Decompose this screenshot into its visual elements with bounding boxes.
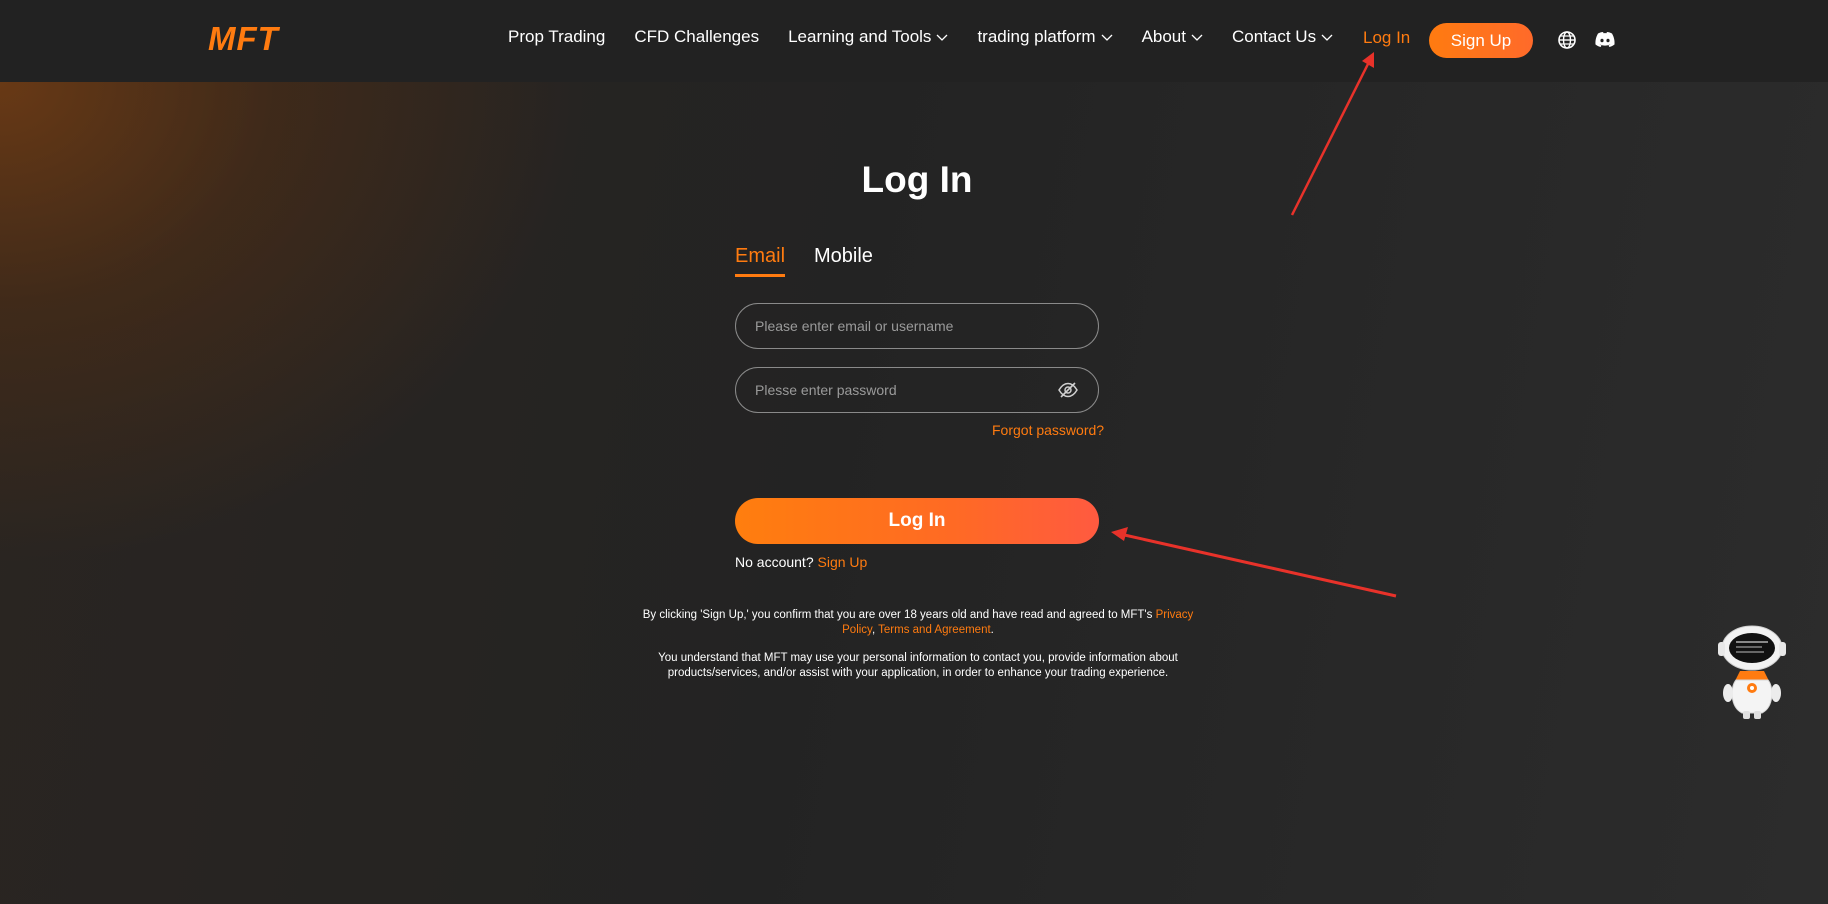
no-account-text: No account? (735, 554, 814, 570)
discord-icon[interactable] (1594, 30, 1616, 50)
support-robot-icon[interactable] (1712, 625, 1792, 725)
chevron-down-icon (936, 34, 948, 41)
legal-end: . (990, 624, 994, 636)
mft-logo[interactable]: MFT (208, 20, 279, 60)
signup-link[interactable]: Sign Up (818, 554, 868, 570)
forgot-password-link[interactable]: Forgot password? (992, 422, 1104, 438)
data-use-notice: You understand that MFT may use your per… (658, 652, 1178, 679)
tab-email[interactable]: Email (735, 245, 786, 277)
legal-separator: , (871, 624, 876, 636)
nav-contact-us[interactable]: Contact Us (1232, 27, 1333, 47)
chevron-down-icon (1321, 34, 1333, 41)
eye-off-icon[interactable] (1057, 379, 1079, 401)
tab-mobile[interactable]: Mobile (814, 245, 873, 277)
chevron-down-icon (1191, 34, 1203, 41)
page-background (0, 82, 1828, 904)
globe-icon[interactable] (1557, 30, 1577, 50)
page-title: Log In (861, 159, 973, 200)
legal-consent-text: By clicking 'Sign Up,' you confirm that … (640, 608, 1196, 638)
consent-statement: By clicking 'Sign Up,' you confirm that … (642, 609, 1153, 621)
nav-prop-trading[interactable]: Prop Trading (508, 27, 605, 47)
terms-agreement-link[interactable]: Terms and Agreement (878, 624, 991, 636)
login-method-tabs: Email Mobile (735, 245, 902, 277)
login-submit-button[interactable]: Log In (735, 498, 1099, 544)
main-nav: Prop Trading CFD Challenges Learning and… (508, 27, 1362, 47)
nav-trading-platform[interactable]: trading platform (977, 27, 1113, 47)
password-field-wrapper (735, 367, 1099, 413)
password-input[interactable] (755, 382, 1057, 398)
header-login-link[interactable]: Log In (1363, 28, 1410, 48)
chevron-down-icon (1101, 34, 1113, 41)
email-field-wrapper (735, 303, 1099, 349)
nav-cfd-challenges[interactable]: CFD Challenges (634, 27, 759, 47)
email-input[interactable] (755, 318, 1079, 334)
nav-about[interactable]: About (1142, 27, 1203, 47)
header-signup-button[interactable]: Sign Up (1429, 23, 1533, 58)
top-navbar: MFT Prop Trading CFD Challenges Learning… (0, 0, 1828, 82)
nav-learning-and-tools[interactable]: Learning and Tools (788, 27, 948, 47)
no-account-row: No account? Sign Up (735, 554, 867, 570)
